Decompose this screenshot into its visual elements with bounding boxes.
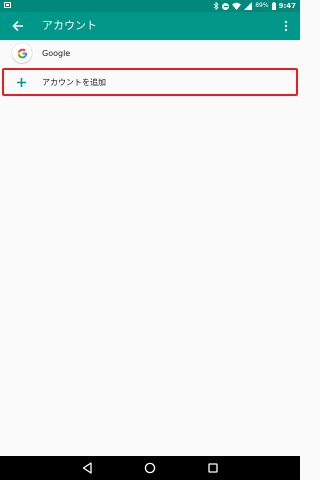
nav-recents-button[interactable] [206, 461, 220, 475]
app-bar: アカウント [0, 12, 300, 40]
nav-home-button[interactable] [143, 461, 157, 475]
add-account-button[interactable]: アカウントを追加 [2, 68, 298, 96]
account-item-google[interactable]: Google [0, 40, 300, 66]
navigation-bar [0, 456, 300, 480]
account-label: Google [42, 48, 71, 58]
back-button[interactable] [8, 16, 28, 36]
wifi-icon [232, 2, 242, 10]
recents-icon [208, 463, 218, 473]
back-icon [82, 462, 92, 474]
more-vert-icon [284, 20, 288, 32]
signal-icon [244, 2, 253, 10]
screenshot-icon [4, 2, 11, 8]
add-account-label: アカウントを追加 [42, 77, 106, 87]
google-icon [12, 43, 32, 63]
accounts-list: Google アカウントを追加 [0, 40, 300, 96]
plus-icon [14, 74, 28, 90]
status-bar: 89% 9:47 [0, 0, 300, 12]
home-icon [144, 462, 156, 474]
status-time: 9:47 [278, 2, 296, 10]
back-arrow-icon [12, 20, 23, 32]
battery-percent: 89% [255, 2, 269, 9]
nav-back-button[interactable] [80, 461, 94, 475]
do-not-disturb-icon [222, 2, 230, 10]
more-options-button[interactable] [278, 16, 294, 36]
battery-icon [271, 1, 276, 10]
status-icons: 89% 9:47 [213, 0, 296, 12]
bluetooth-icon [213, 2, 219, 10]
page-title: アカウント [42, 19, 97, 32]
